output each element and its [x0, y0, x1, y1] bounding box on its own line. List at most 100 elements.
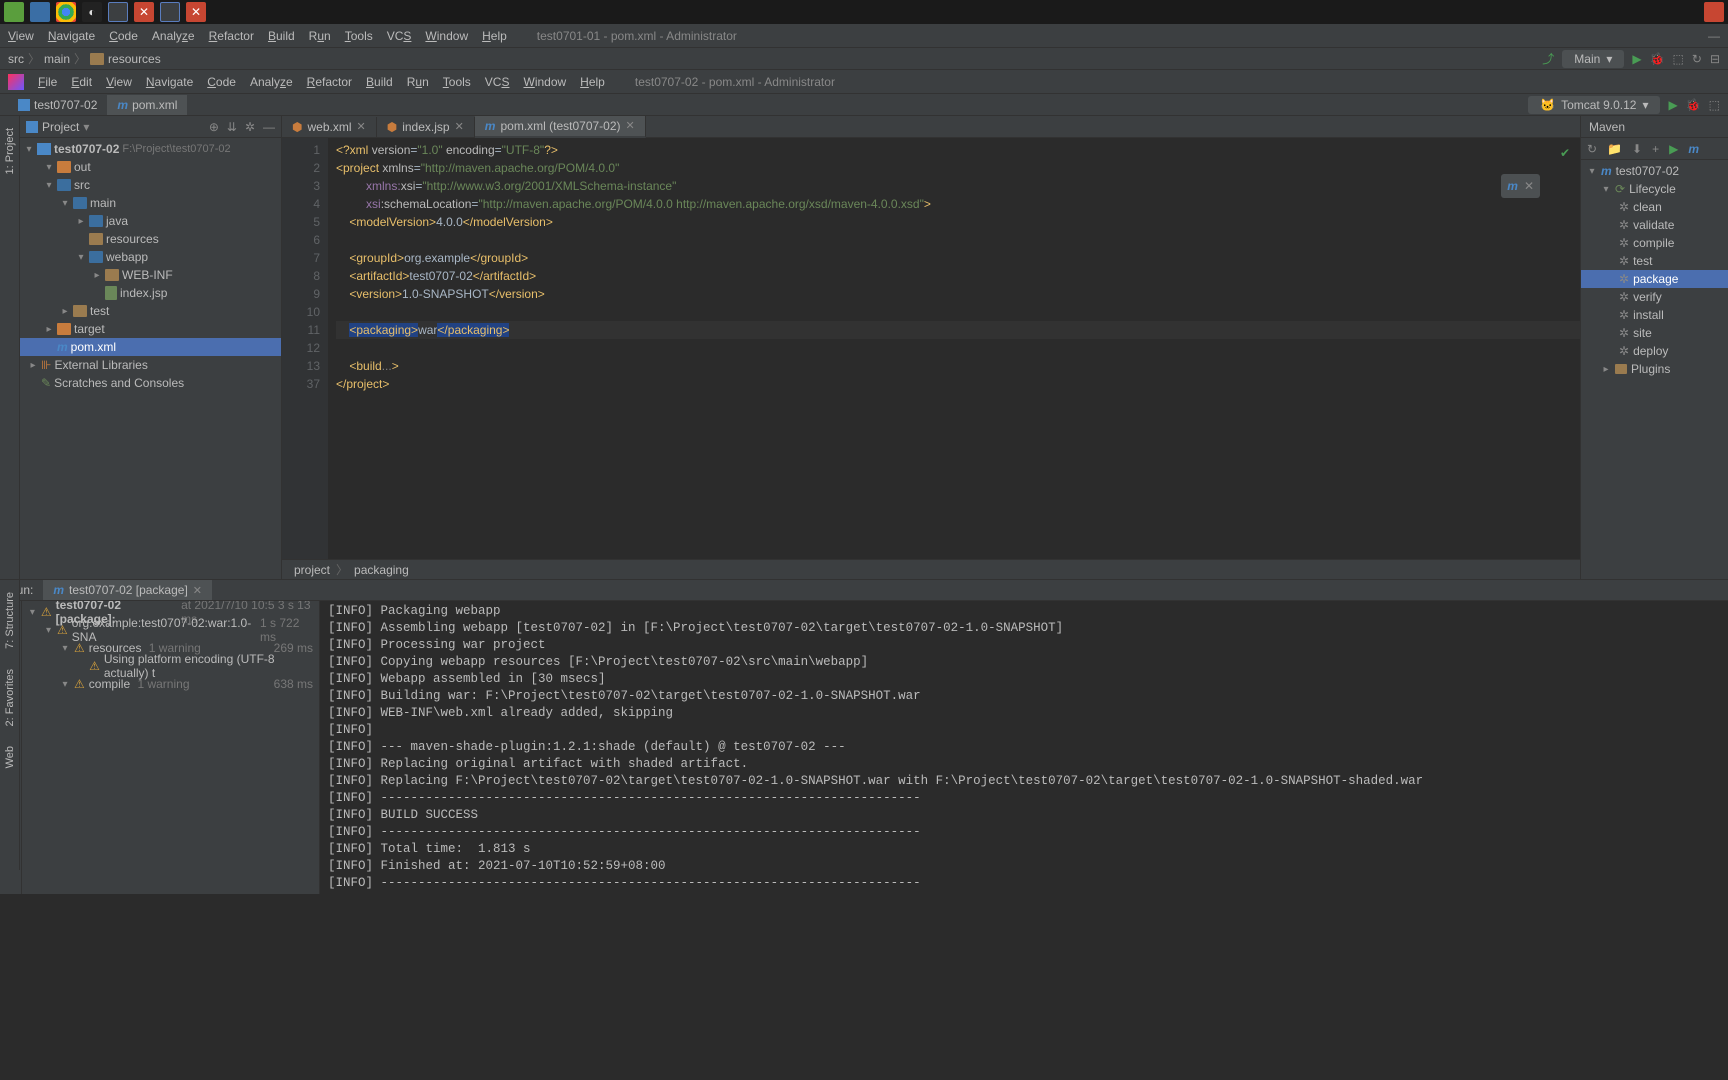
- maven-reload-popup[interactable]: m ✕: [1501, 174, 1540, 198]
- editor-tab[interactable]: ⬢index.jsp✕: [377, 117, 475, 137]
- maven-goal-verify[interactable]: ✲verify: [1581, 288, 1728, 306]
- run-console[interactable]: [INFO] Packaging webapp [INFO] Assemblin…: [320, 601, 1728, 894]
- menu-navigate[interactable]: Navigate: [146, 75, 193, 89]
- run-icon[interactable]: ▶: [1669, 142, 1678, 156]
- editor-tab[interactable]: ⬢web.xml✕: [282, 117, 377, 137]
- menu-run[interactable]: Run: [407, 75, 429, 89]
- tree-row[interactable]: ▾out: [20, 158, 281, 176]
- inspection-ok-icon[interactable]: ✔: [1560, 144, 1570, 162]
- tool-favorites[interactable]: 2: Favorites: [4, 661, 16, 734]
- close-icon[interactable]: ✕: [1524, 177, 1534, 195]
- menu-view[interactable]: View: [8, 29, 34, 43]
- close-icon[interactable]: ✕: [186, 2, 206, 22]
- tree-row[interactable]: mpom.xml: [20, 338, 281, 356]
- run-tree[interactable]: ▾⚠ test0707-02 [package]: at 2021/7/10 1…: [22, 601, 320, 894]
- menu-navigate[interactable]: Navigate: [48, 29, 95, 43]
- maven-plugins[interactable]: ▸Plugins: [1581, 360, 1728, 378]
- tree-row[interactable]: ▸test: [20, 302, 281, 320]
- maven-icon[interactable]: m: [1688, 142, 1699, 156]
- minimize-icon[interactable]: —: [1708, 29, 1720, 43]
- debug-icon[interactable]: 🐞: [1650, 52, 1665, 66]
- run-tree-row[interactable]: ▾⚠org.example:test0707-02:war:1.0-SNA1 s…: [22, 621, 319, 639]
- tab-project[interactable]: test0707-02: [8, 95, 107, 115]
- app-icon[interactable]: [30, 2, 50, 22]
- tree-row[interactable]: index.jsp: [20, 284, 281, 302]
- maven-root[interactable]: ▾mtest0707-02: [1581, 162, 1728, 180]
- maven-lifecycle[interactable]: ▾⟳Lifecycle: [1581, 180, 1728, 198]
- tool-structure[interactable]: 7: Structure: [4, 584, 16, 657]
- menu-refactor[interactable]: Refactor: [307, 75, 352, 89]
- tree-row[interactable]: ▸java: [20, 212, 281, 230]
- menu-analyze[interactable]: Analyze: [250, 75, 293, 89]
- menu-view[interactable]: View: [106, 75, 132, 89]
- maven-goal-clean[interactable]: ✲clean: [1581, 198, 1728, 216]
- generate-icon[interactable]: 📁: [1607, 142, 1622, 156]
- run-config-selector[interactable]: 🐱 Tomcat 9.0.12 ▾: [1528, 96, 1660, 114]
- steam-icon[interactable]: ◐: [82, 2, 102, 22]
- maven-goal-validate[interactable]: ✲validate: [1581, 216, 1728, 234]
- menu-tools[interactable]: Tools: [345, 29, 373, 43]
- search-icon[interactable]: ⊟: [1710, 52, 1720, 66]
- app-icon[interactable]: [4, 2, 24, 22]
- tree-row[interactable]: ▸⊪External Libraries: [20, 356, 281, 374]
- reload-icon[interactable]: ↻: [1587, 142, 1597, 156]
- menu-code[interactable]: Code: [109, 29, 138, 43]
- add-icon[interactable]: +: [1652, 142, 1659, 156]
- maven-goal-install[interactable]: ✲install: [1581, 306, 1728, 324]
- build-icon[interactable]: ⤴: [1542, 50, 1554, 67]
- maven-goal-deploy[interactable]: ✲deploy: [1581, 342, 1728, 360]
- stop-icon[interactable]: ⬚: [1709, 98, 1720, 112]
- chevron-down-icon[interactable]: ▾: [83, 120, 89, 134]
- select-opened-file-icon[interactable]: ⊕: [209, 120, 219, 134]
- tree-row[interactable]: resources: [20, 230, 281, 248]
- tree-row[interactable]: ▾main: [20, 194, 281, 212]
- close-icon[interactable]: ✕: [455, 120, 464, 133]
- tool-project[interactable]: 1: Project: [4, 120, 16, 182]
- tab-pom[interactable]: m pom.xml: [107, 95, 187, 115]
- tool-web[interactable]: Web: [4, 738, 16, 776]
- run-tab[interactable]: m test0707-02 [package] ✕: [43, 580, 212, 600]
- intellij-icon[interactable]: [160, 2, 180, 22]
- breadcrumb-part[interactable]: resources: [108, 52, 161, 66]
- menu-tools[interactable]: Tools: [443, 75, 471, 89]
- tray-icon[interactable]: [1704, 2, 1724, 22]
- breadcrumb-part[interactable]: main: [44, 52, 70, 66]
- maven-tree[interactable]: ▾mtest0707-02 ▾⟳Lifecycle✲clean✲validate…: [1581, 160, 1728, 579]
- maven-goal-package[interactable]: ✲package: [1581, 270, 1728, 288]
- menu-build[interactable]: Build: [268, 29, 295, 43]
- menu-code[interactable]: Code: [207, 75, 236, 89]
- maven-goal-compile[interactable]: ✲compile: [1581, 234, 1728, 252]
- breadcrumb-part[interactable]: project: [294, 563, 330, 577]
- download-icon[interactable]: ⬇: [1632, 142, 1642, 156]
- menu-run[interactable]: Run: [309, 29, 331, 43]
- run-button[interactable]: ▶: [1668, 98, 1677, 112]
- run-button[interactable]: ▶: [1632, 52, 1641, 66]
- menu-vcs[interactable]: VCS: [485, 75, 510, 89]
- menu-file[interactable]: File: [38, 75, 57, 89]
- tree-row[interactable]: ✎Scratches and Consoles: [20, 374, 281, 392]
- tree-root[interactable]: ▾ test0707-02 F:\Project\test0707-02: [20, 140, 281, 158]
- tree-row[interactable]: ▾webapp: [20, 248, 281, 266]
- menu-help[interactable]: Help: [482, 29, 507, 43]
- menu-window[interactable]: Window: [523, 75, 566, 89]
- menu-help[interactable]: Help: [580, 75, 605, 89]
- intellij-icon[interactable]: [108, 2, 128, 22]
- run-tree-row[interactable]: ⚠Using platform encoding (UTF-8 actually…: [22, 657, 319, 675]
- breadcrumb-part[interactable]: packaging: [354, 563, 409, 577]
- menu-refactor[interactable]: Refactor: [209, 29, 254, 43]
- menu-build[interactable]: Build: [366, 75, 393, 89]
- menu-edit[interactable]: Edit: [71, 75, 92, 89]
- expand-all-icon[interactable]: ⇊: [227, 120, 237, 134]
- code-area[interactable]: ✔ m ✕ <?xml version="1.0" encoding="UTF-…: [328, 138, 1580, 559]
- chrome-icon[interactable]: [56, 2, 76, 22]
- menu-vcs[interactable]: VCS: [387, 29, 412, 43]
- close-icon[interactable]: ✕: [626, 119, 635, 132]
- collapse-icon[interactable]: —: [263, 120, 275, 134]
- project-tree[interactable]: ▾ test0707-02 F:\Project\test0707-02 ▾ou…: [20, 138, 281, 579]
- maven-goal-test[interactable]: ✲test: [1581, 252, 1728, 270]
- menu-analyze[interactable]: Analyze: [152, 29, 195, 43]
- profile-icon[interactable]: ↻: [1692, 52, 1702, 66]
- close-icon[interactable]: ✕: [134, 2, 154, 22]
- close-icon[interactable]: ✕: [193, 584, 202, 597]
- breadcrumb-part[interactable]: src: [8, 52, 24, 66]
